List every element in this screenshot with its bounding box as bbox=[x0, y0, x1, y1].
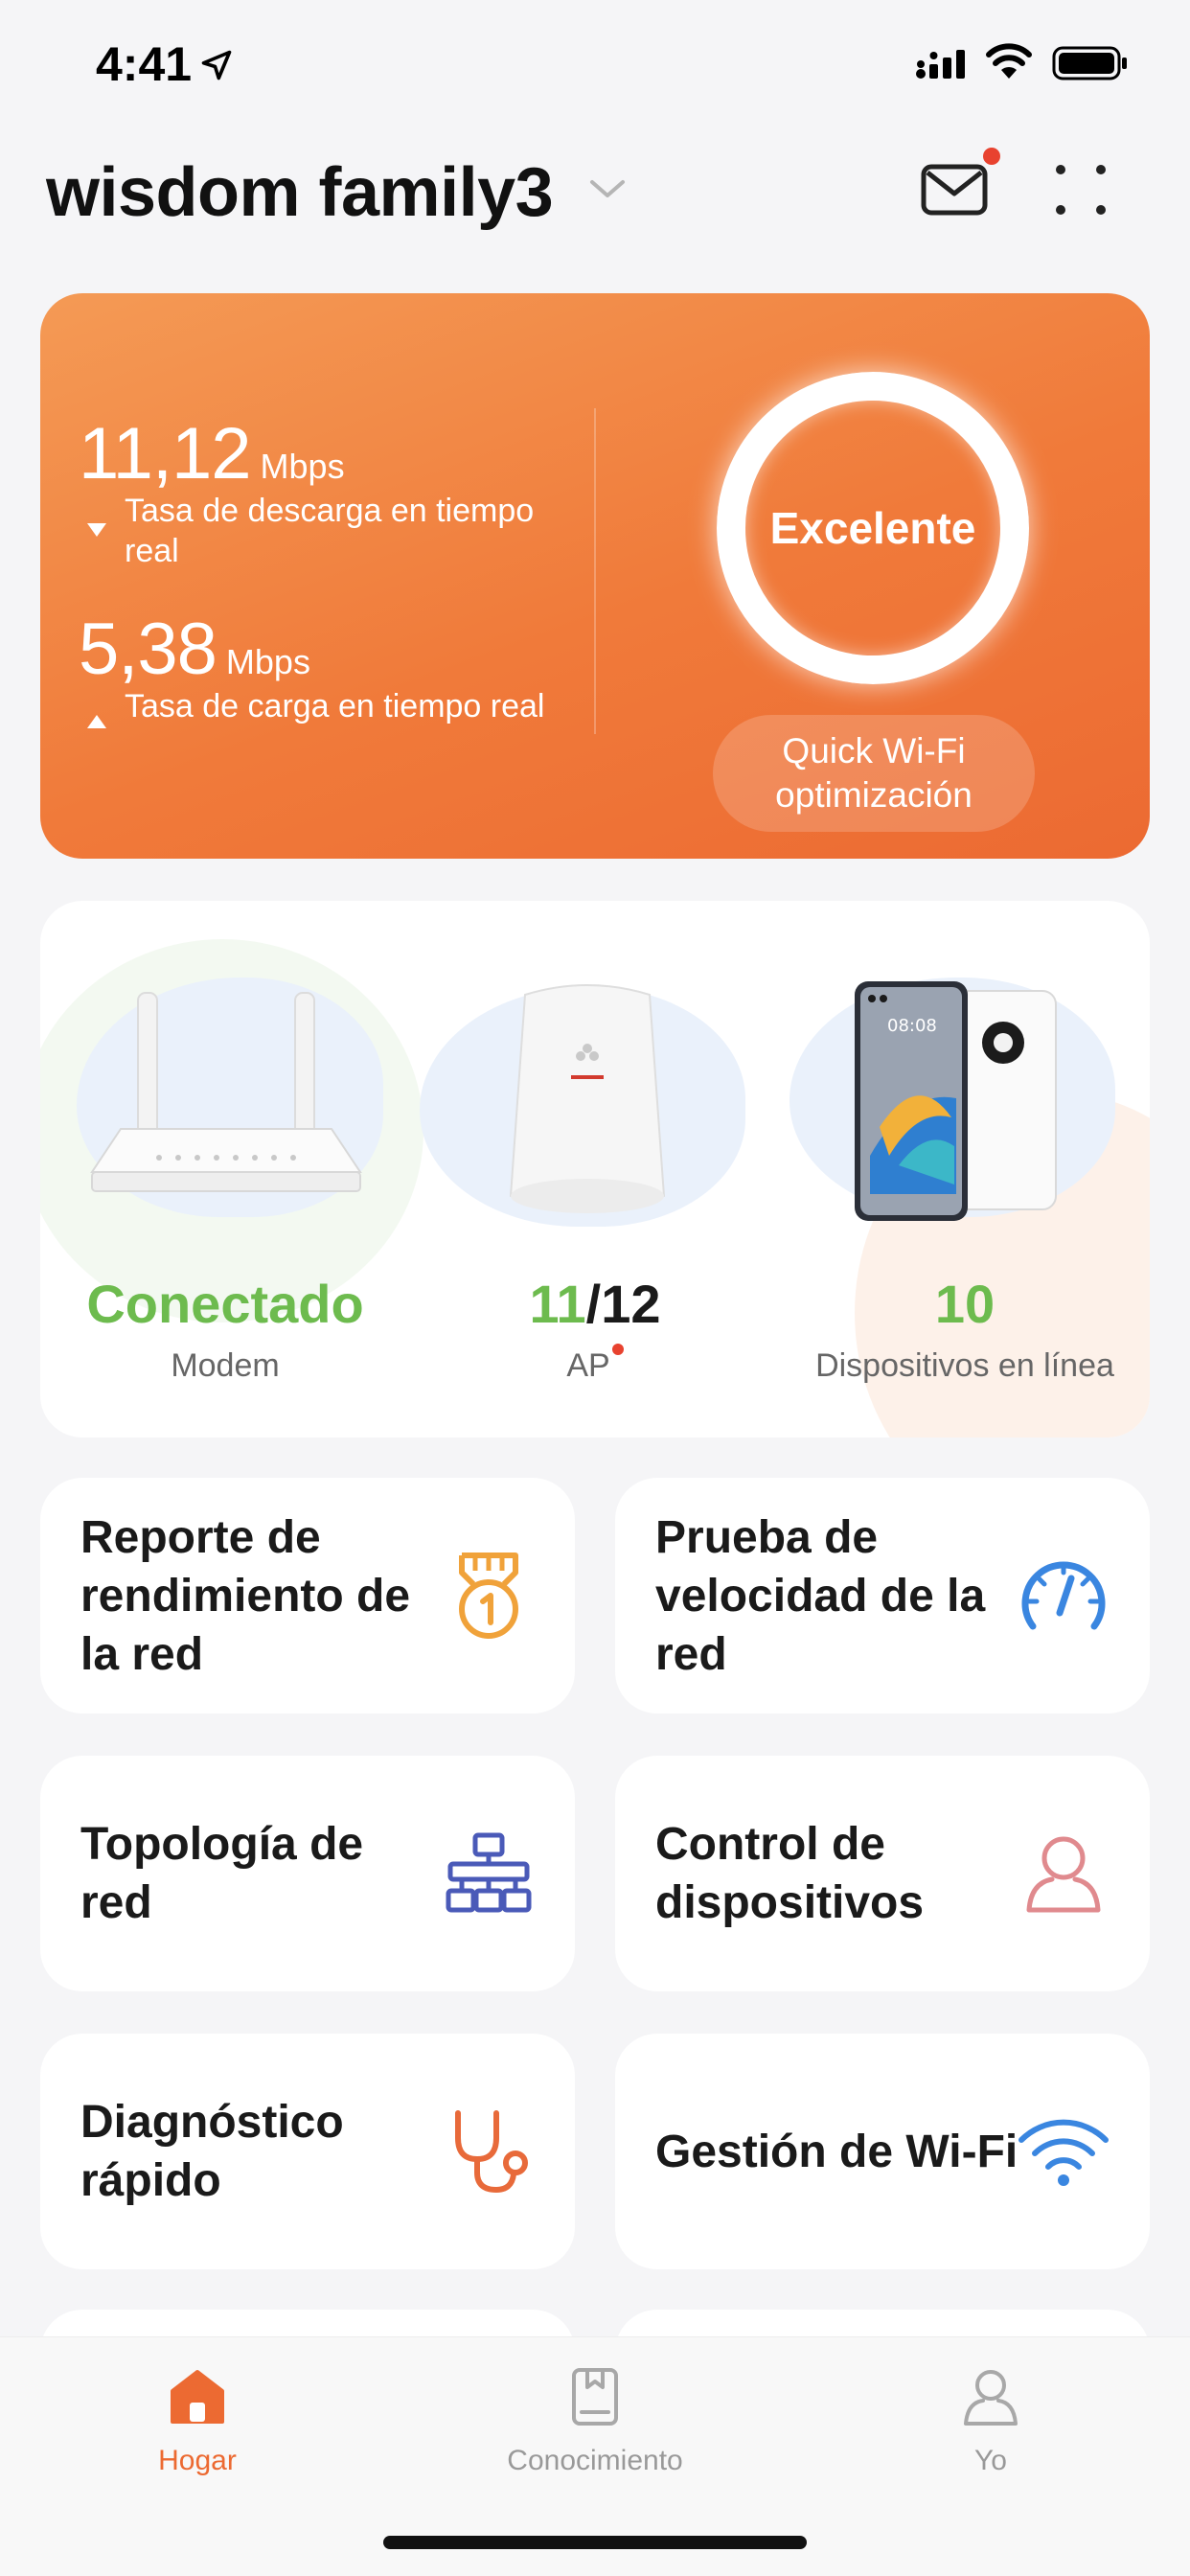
network-status-card: 11,12 Mbps Tasa de descarga en tiempo rea… bbox=[40, 293, 1150, 859]
device-control-tile[interactable]: Control de dispositivos bbox=[615, 1756, 1150, 1991]
tab-label: Yo bbox=[974, 2445, 1007, 2476]
upload-value: 5,38 bbox=[79, 609, 217, 690]
ap-alert-dot bbox=[611, 1344, 624, 1355]
tile-label: Reporte de rendimiento de la red bbox=[80, 1511, 411, 1680]
quality-ring[interactable]: Excelente bbox=[717, 372, 1029, 684]
phone-image: 08:08 bbox=[855, 981, 1057, 1221]
tab-label: Conocimiento bbox=[507, 2445, 683, 2476]
online-devices-label: Dispositivos en línea bbox=[815, 1347, 1114, 1384]
tile-label: Topología de red bbox=[80, 1819, 364, 1928]
quality-text: Excelente bbox=[769, 503, 976, 553]
wifi-icon bbox=[1018, 2119, 1109, 2186]
notification-dot bbox=[983, 148, 1000, 165]
profile-icon bbox=[964, 2370, 1018, 2426]
modem-status: Conectado bbox=[86, 1274, 364, 1334]
online-devices-column[interactable]: 08:08 10 Dispositivos en línea bbox=[780, 901, 1150, 1438]
upload-label: Tasa de carga en tiempo real bbox=[125, 688, 545, 724]
phone-clock: 08:08 bbox=[887, 1016, 937, 1036]
ap-total-count: /12 bbox=[585, 1274, 661, 1334]
medal-icon bbox=[459, 1552, 518, 1639]
ap-label: AP bbox=[566, 1347, 610, 1384]
tile-label: Control de dispositivos bbox=[655, 1819, 925, 1928]
user-icon bbox=[1026, 1836, 1101, 1913]
download-arrow-icon bbox=[87, 523, 106, 537]
home-icon bbox=[171, 2370, 224, 2424]
ap-column[interactable]: 11/12 AP bbox=[410, 901, 780, 1438]
topology-icon bbox=[446, 1832, 532, 1913]
download-label: Tasa de descarga en tiempo real bbox=[125, 493, 535, 569]
tab-home[interactable]: Hogar bbox=[54, 2362, 341, 2477]
home-title[interactable]: wisdom family3 bbox=[46, 153, 554, 232]
network-topology-tile[interactable]: Topología de red bbox=[40, 1756, 575, 1991]
book-icon bbox=[572, 2368, 618, 2426]
battery-icon bbox=[1052, 46, 1127, 80]
home-indicator[interactable] bbox=[383, 2536, 807, 2549]
tab-label: Hogar bbox=[158, 2445, 237, 2476]
devices-card: Conectado Modem 11/12 AP 08:08 10 Dispos… bbox=[40, 901, 1150, 1438]
status-bar: 4:41 bbox=[0, 0, 1190, 125]
speedometer-icon bbox=[1021, 1561, 1106, 1630]
online-device-count: 10 bbox=[934, 1274, 995, 1334]
ap-image bbox=[509, 984, 666, 1213]
location-arrow-icon bbox=[201, 50, 232, 80]
ap-count: 11/12 bbox=[410, 1273, 780, 1335]
more-options-icon[interactable] bbox=[1054, 163, 1108, 217]
tab-me[interactable]: Yo bbox=[847, 2362, 1134, 2477]
divider bbox=[594, 408, 596, 734]
stethoscope-icon bbox=[455, 2110, 528, 2194]
tile-label: Prueba de velocidad de la red bbox=[655, 1511, 986, 1680]
download-rate: 11,12 Mbps bbox=[79, 412, 345, 495]
modem-label: Modem bbox=[171, 1347, 280, 1384]
download-value: 11,12 bbox=[79, 413, 252, 494]
modem-column[interactable]: Conectado Modem bbox=[40, 901, 410, 1438]
modem-image bbox=[90, 992, 362, 1192]
upload-unit: Mbps bbox=[225, 642, 310, 681]
ap-label-row: AP bbox=[410, 1344, 780, 1388]
mail-icon[interactable] bbox=[920, 161, 989, 218]
quick-wifi-optimization-button[interactable]: Quick Wi-Fi optimización bbox=[713, 715, 1035, 832]
chevron-down-icon[interactable] bbox=[586, 172, 629, 207]
tab-knowledge[interactable]: Conocimiento bbox=[451, 2362, 739, 2477]
wifi-management-tile[interactable]: Gestión de Wi-Fi bbox=[615, 2034, 1150, 2269]
speed-test-tile[interactable]: Prueba de velocidad de la red bbox=[615, 1478, 1150, 1714]
upload-rate: 5,38 Mbps bbox=[79, 608, 310, 691]
network-report-tile[interactable]: Reporte de rendimiento de la red bbox=[40, 1478, 575, 1714]
wifi-status-icon bbox=[986, 43, 1032, 79]
tile-label: Gestión de Wi-Fi bbox=[655, 2126, 1018, 2177]
download-unit: Mbps bbox=[260, 447, 345, 486]
tile-label: Diagnóstico rápido bbox=[80, 2097, 344, 2206]
upload-arrow-icon bbox=[87, 715, 106, 728]
quick-diagnosis-tile[interactable]: Diagnóstico rápido bbox=[40, 2034, 575, 2269]
ap-online-count: 11 bbox=[529, 1274, 586, 1334]
cellular-signal-icon bbox=[916, 50, 965, 79]
status-time: 4:41 bbox=[96, 37, 193, 91]
